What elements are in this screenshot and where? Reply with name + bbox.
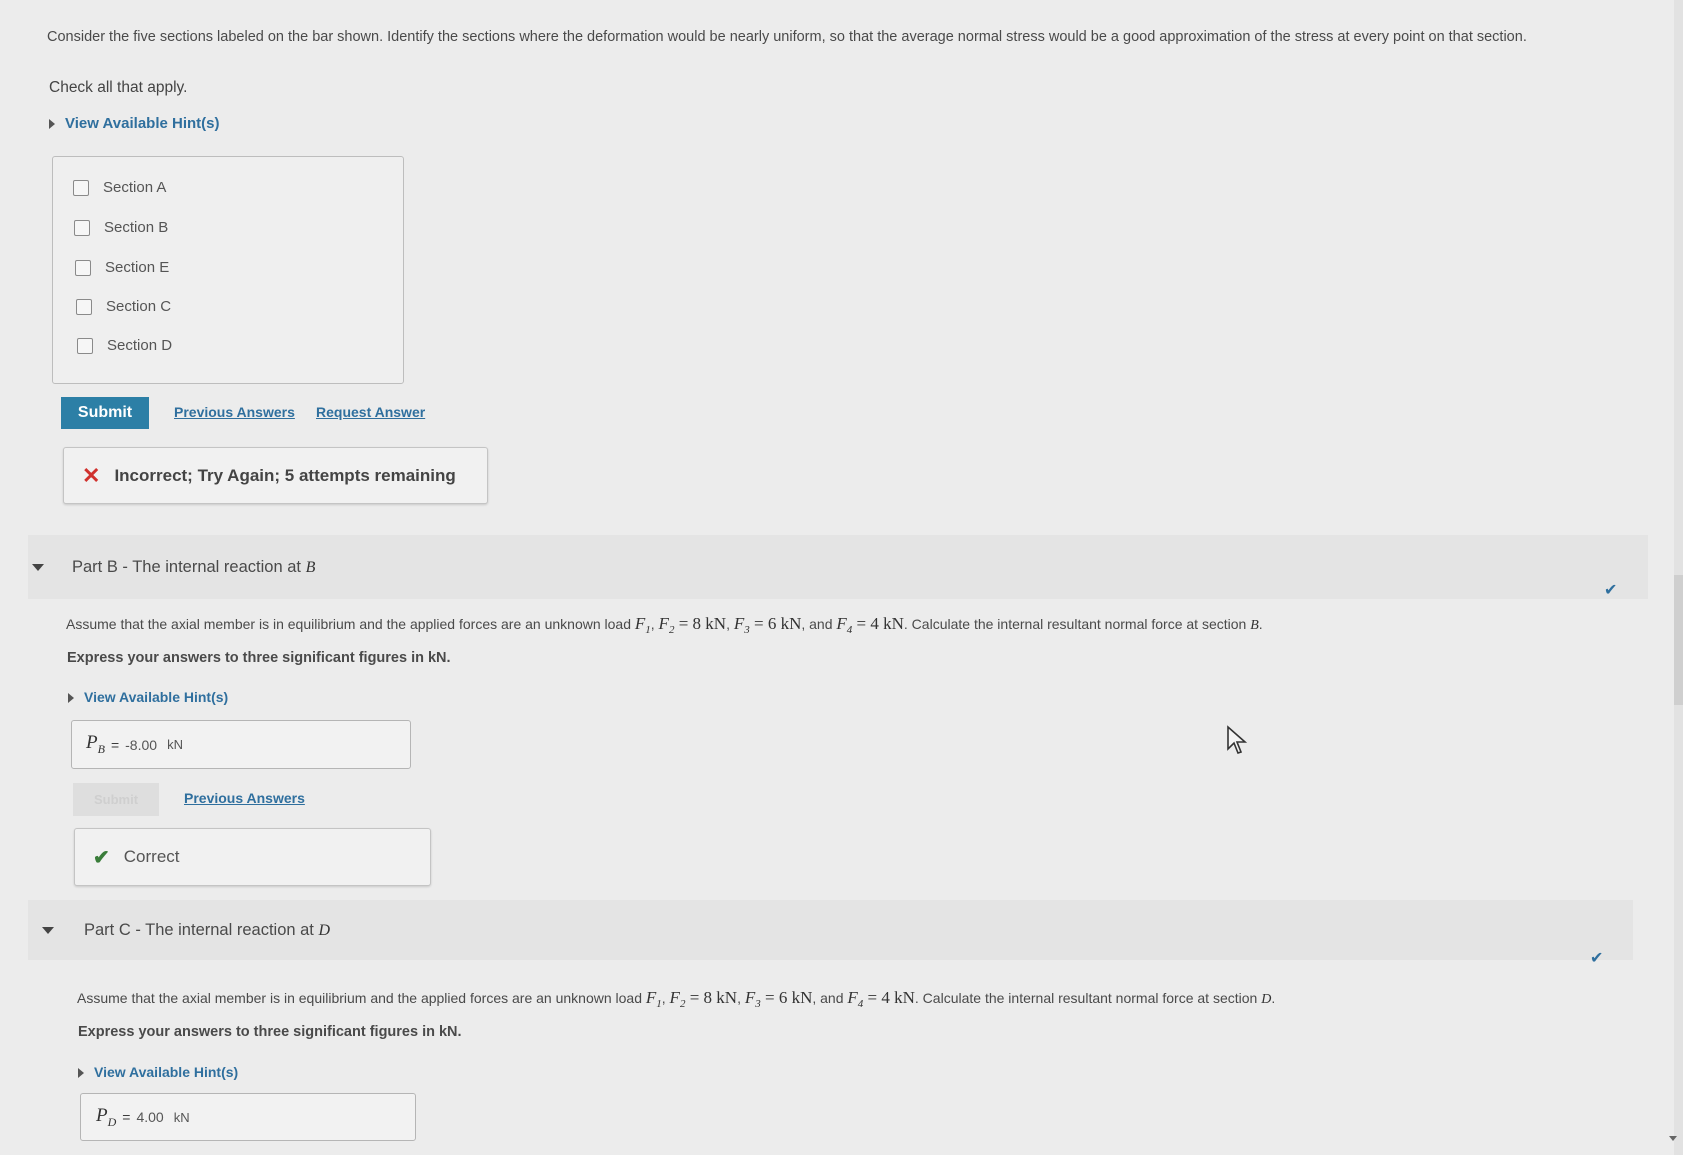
part-c-title: Part C - The internal reaction at D — [84, 920, 331, 939]
part-a-feedback: ✕ Incorrect; Try Again; 5 attempts remai… — [63, 447, 488, 504]
part-b-question: Assume that the axial member is in equil… — [66, 614, 1263, 636]
part-a-hint-toggle[interactable]: View Available Hint(s) — [49, 115, 220, 133]
checkbox[interactable] — [77, 337, 93, 354]
answer-variable: PD — [96, 1104, 117, 1129]
part-b-feedback: ✔ Correct — [74, 828, 431, 886]
feedback-text: Correct — [123, 847, 180, 866]
hint-link-label: View Available Hint(s) — [65, 115, 220, 132]
part-a-instruction: Check all that apply. — [49, 79, 188, 96]
hint-link-label: View Available Hint(s) — [94, 1064, 239, 1080]
part-a-submit-button[interactable]: Submit — [61, 397, 149, 429]
option-label: Section A — [103, 179, 167, 196]
scroll-down-arrow-icon[interactable] — [1669, 1136, 1677, 1141]
mouse-cursor-icon — [1227, 725, 1248, 754]
part-c-answer-field[interactable]: PD = 4.00 kN — [80, 1093, 416, 1141]
option-label: Section D — [107, 337, 173, 354]
option-label: Section E — [105, 259, 170, 276]
part-a-previous-answers-link[interactable]: Previous Answers — [174, 404, 295, 420]
answer-value: 4.00 — [136, 1109, 164, 1125]
part-b-answer-field[interactable]: PB = -8.00 kN — [71, 720, 411, 769]
checkbox[interactable] — [75, 259, 91, 276]
answer-value: -8.00 — [125, 736, 158, 753]
hint-link-label: View Available Hint(s) — [84, 689, 229, 705]
scrollbar-thumb[interactable] — [1674, 575, 1683, 705]
part-c-question: Assume that the axial member is in equil… — [77, 988, 1276, 1010]
checkbox[interactable] — [76, 298, 92, 315]
part-a-request-answer-link[interactable]: Request Answer — [316, 404, 425, 420]
option-section-a[interactable]: Section A — [73, 179, 166, 196]
collapse-caret-icon — [32, 563, 44, 571]
checkbox[interactable] — [73, 179, 89, 196]
check-icon: ✔ — [1604, 582, 1618, 599]
collapse-caret-icon — [42, 926, 54, 934]
part-b-header[interactable]: Part B - The internal reaction at B — [28, 535, 1648, 599]
part-c-express: Express your answers to three significan… — [78, 1024, 462, 1040]
expand-arrow-icon — [68, 692, 74, 703]
answer-unit: kN — [173, 1109, 190, 1125]
option-label: Section C — [106, 298, 172, 315]
expand-arrow-icon — [49, 118, 55, 129]
option-section-e[interactable]: Section E — [75, 259, 169, 276]
part-c-header[interactable]: Part C - The internal reaction at D — [28, 900, 1633, 960]
part-b-express: Express your answers to three significan… — [67, 650, 451, 666]
options-panel: Section A Section B Section E Section C … — [52, 156, 404, 384]
part-b-title: Part B - The internal reaction at B — [72, 557, 316, 576]
check-icon: ✔ — [1590, 950, 1604, 967]
check-icon: ✔ — [93, 846, 110, 869]
option-section-b[interactable]: Section B — [74, 219, 168, 236]
expand-arrow-icon — [78, 1067, 84, 1078]
answer-variable: PB — [86, 732, 105, 756]
option-label: Section B — [104, 219, 169, 236]
part-b-previous-answers-link[interactable]: Previous Answers — [184, 790, 305, 806]
option-section-d[interactable]: Section D — [77, 337, 172, 354]
checkbox[interactable] — [74, 219, 90, 236]
part-b-submit-button[interactable]: Submit — [73, 783, 159, 816]
cross-icon: ✕ — [82, 462, 101, 488]
part-b-hint-toggle[interactable]: View Available Hint(s) — [68, 689, 228, 707]
part-a-intro: Consider the five sections labeled on th… — [47, 29, 1527, 45]
feedback-text: Incorrect; Try Again; 5 attempts remaini… — [114, 465, 456, 485]
answer-unit: kN — [167, 737, 183, 752]
part-c-hint-toggle[interactable]: View Available Hint(s) — [78, 1064, 238, 1082]
option-section-c[interactable]: Section C — [76, 298, 171, 315]
